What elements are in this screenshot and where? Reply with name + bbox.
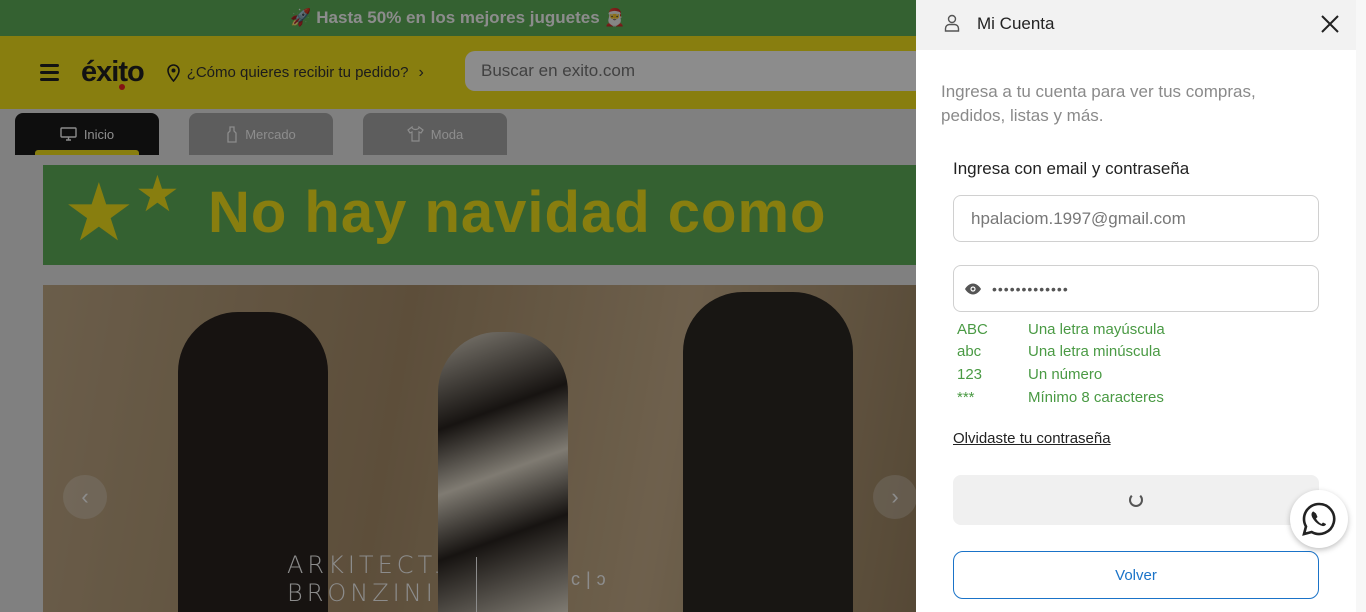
rule-text: Una letra minúscula <box>1028 343 1161 361</box>
rule-text: Mínimo 8 caracteres <box>1028 388 1164 406</box>
password-field[interactable]: ••••••••••••• <box>953 265 1319 312</box>
panel-title: Mi Cuenta <box>977 14 1055 33</box>
password-rule: ABC Una letra mayúscula <box>957 318 1317 341</box>
password-rules: ABC Una letra mayúscula abc Una letra minú… <box>957 318 1317 408</box>
password-rule: abc Una letra minúscula <box>957 341 1317 364</box>
forgot-password-link[interactable]: Olvidaste tu contraseña <box>953 430 1111 447</box>
password-rule: *** Mínimo 8 caracteres <box>957 386 1317 409</box>
whatsapp-icon <box>1302 502 1336 536</box>
intro-text: Ingresa a tu cuenta para ver tus compras… <box>941 82 1256 125</box>
loading-spinner-icon <box>1129 493 1143 507</box>
rule-code: *** <box>957 388 975 406</box>
login-submit-button[interactable] <box>953 475 1319 525</box>
whatsapp-button[interactable] <box>1290 490 1348 548</box>
panel-scrollbar[interactable] <box>1356 0 1366 612</box>
user-icon <box>944 14 960 32</box>
rule-code: 123 <box>957 365 983 383</box>
close-icon[interactable] <box>1318 12 1342 36</box>
rule-text: Una letra mayúscula <box>1028 320 1165 338</box>
rule-text: Un número <box>1028 365 1103 383</box>
login-section-label: Ingresa con email y contraseña <box>953 159 1190 178</box>
rule-code: ABC <box>957 320 988 338</box>
panel-header: Mi Cuenta <box>916 0 1356 50</box>
eye-icon[interactable] <box>964 282 982 296</box>
password-rule: 123 Un número <box>957 363 1317 386</box>
email-value: hpalaciom.1997@gmail.com <box>971 208 1186 228</box>
back-button[interactable]: Volver <box>953 551 1319 599</box>
rule-code: abc <box>957 343 982 361</box>
email-field[interactable]: hpalaciom.1997@gmail.com <box>953 195 1319 242</box>
modal-backdrop[interactable] <box>0 0 916 612</box>
password-value: ••••••••••••• <box>992 280 1069 297</box>
